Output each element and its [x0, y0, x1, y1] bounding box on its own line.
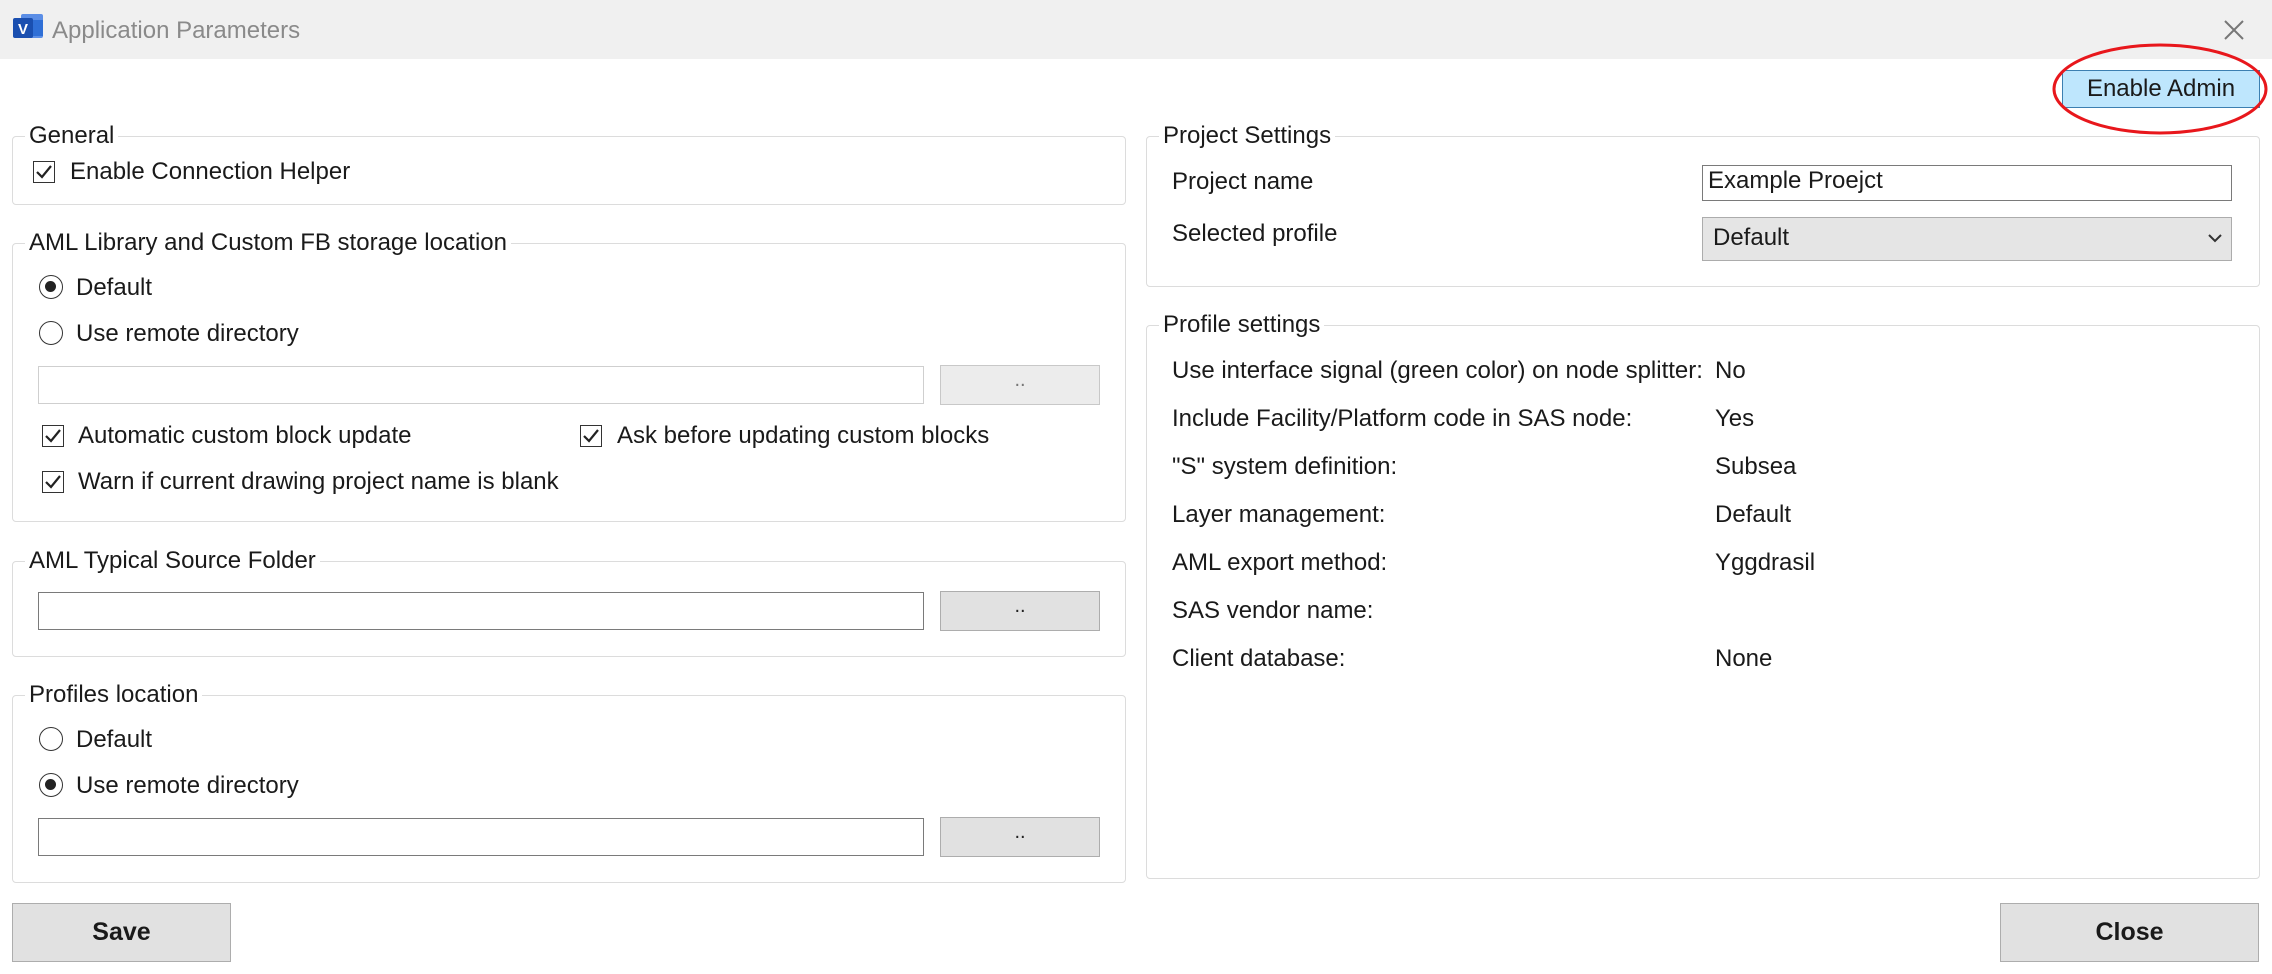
- selected-profile-select[interactable]: Default: [1702, 217, 2232, 261]
- profiles-browse-button[interactable]: ..: [940, 817, 1100, 857]
- enable-connection-helper-label: Enable Connection Helper: [70, 158, 351, 185]
- profile-row-value: None: [1715, 645, 1773, 672]
- profiles-default-label: Default: [76, 726, 153, 753]
- general-legend: General: [29, 122, 115, 149]
- title-bar: [0, 0, 2272, 59]
- aml-library-default-label: Default: [76, 274, 153, 301]
- window-title: Application Parameters: [52, 17, 301, 44]
- project-name-input[interactable]: Example Proejct: [1702, 165, 2232, 201]
- profile-row-value: Yes: [1715, 405, 1755, 432]
- profiles-location-legend: Profiles location: [29, 681, 199, 708]
- aml-library-remote-label: Use remote directory: [76, 320, 299, 347]
- close-button[interactable]: Close: [2000, 903, 2259, 962]
- save-button[interactable]: Save: [12, 903, 231, 962]
- visio-icon: V: [12, 12, 46, 44]
- svg-text:V: V: [18, 21, 28, 38]
- aml-typical-legend: AML Typical Source Folder: [29, 547, 316, 574]
- aml-library-legend: AML Library and Custom FB storage locati…: [29, 229, 507, 256]
- ask-before-label: Ask before updating custom blocks: [617, 422, 990, 449]
- profile-row-value: Subsea: [1715, 453, 1797, 480]
- auto-update-checkbox[interactable]: [42, 425, 64, 447]
- warn-blank-checkbox[interactable]: [42, 471, 64, 493]
- project-settings-group: Project Settings: [1146, 123, 2260, 287]
- profile-row-value: No: [1715, 357, 1746, 384]
- profile-row-label: SAS vendor name:: [1172, 597, 1374, 624]
- selected-profile-label: Selected profile: [1172, 220, 1338, 247]
- profiles-default-radio[interactable]: [39, 727, 63, 751]
- enable-connection-helper-checkbox[interactable]: [33, 161, 55, 183]
- auto-update-label: Automatic custom block update: [78, 422, 412, 449]
- profile-row-label: "S" system definition:: [1172, 453, 1398, 480]
- ask-before-checkbox[interactable]: [580, 425, 602, 447]
- selected-profile-value: Default: [1713, 224, 1790, 251]
- profiles-remote-radio[interactable]: [39, 773, 63, 797]
- aml-typical-browse-button[interactable]: ..: [940, 591, 1100, 631]
- chevron-down-icon: [2208, 234, 2222, 243]
- profiles-path-input[interactable]: [38, 818, 924, 856]
- aml-library-remote-radio[interactable]: [39, 321, 63, 345]
- aml-library-path-input[interactable]: [38, 366, 924, 404]
- project-name-label: Project name: [1172, 168, 1314, 195]
- aml-typical-path-input[interactable]: [38, 592, 924, 630]
- profile-row-value: Default: [1715, 501, 1792, 528]
- aml-library-default-radio[interactable]: [39, 275, 63, 299]
- profile-row-label: Client database:: [1172, 645, 1346, 672]
- profile-settings-group: Profile settings: [1146, 312, 2260, 879]
- profile-row-label: Include Facility/Platform code in SAS no…: [1172, 405, 1633, 432]
- project-settings-legend: Project Settings: [1163, 122, 1332, 149]
- profile-row-value: Yggdrasil: [1715, 549, 1816, 576]
- profile-row-label: Layer management:: [1172, 501, 1386, 528]
- profile-row-label: AML export method:: [1172, 549, 1388, 576]
- profile-row-label: Use interface signal (green color) on no…: [1172, 357, 1703, 384]
- profiles-remote-label: Use remote directory: [76, 772, 299, 799]
- warn-blank-label: Warn if current drawing project name is …: [78, 468, 559, 495]
- profile-settings-legend: Profile settings: [1163, 311, 1321, 338]
- aml-library-browse-button[interactable]: ..: [940, 365, 1100, 405]
